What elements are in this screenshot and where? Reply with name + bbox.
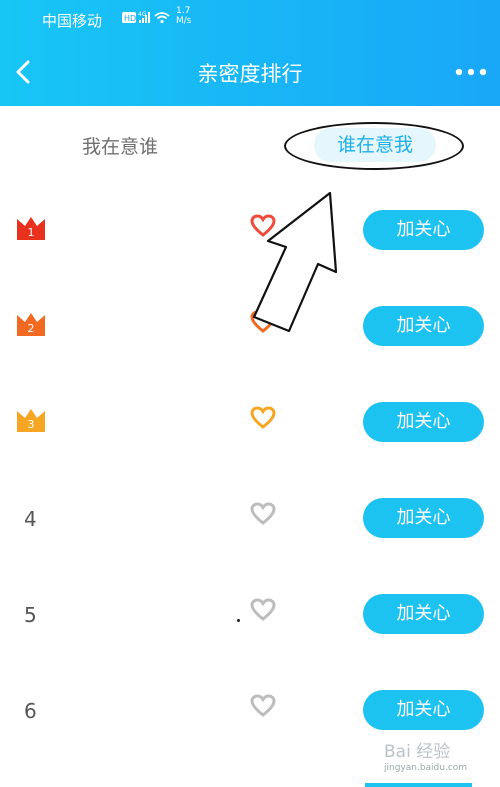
bottom-button-edge: [365, 783, 472, 787]
add-care-button[interactable]: 加关心: [363, 210, 484, 250]
tab-who-cares-me[interactable]: 谁在意我: [314, 128, 436, 162]
rank-number: 2: [28, 322, 35, 335]
rank-number: 3: [28, 418, 35, 431]
rank-number: 4: [24, 507, 37, 531]
heart-icon: [250, 406, 276, 429]
heart-icon: [250, 598, 276, 621]
rank-number: 6: [24, 699, 37, 723]
rank-crown-icon: 2: [17, 313, 45, 336]
heart-icon: [250, 502, 276, 525]
hd-badge-text: HD: [124, 14, 136, 23]
rank-crown-icon: 1: [17, 217, 45, 240]
rank-crown-icon: 3: [17, 409, 45, 432]
watermark-brand: Bai 经验: [384, 742, 450, 762]
signal-wifi-icon: HD 4G: [122, 11, 170, 24]
network-speed: 1.7 M/s: [176, 6, 192, 26]
tab-who-i-care[interactable]: 我在意谁: [82, 132, 158, 159]
list-item: 4 加关心: [0, 470, 500, 566]
heart-icon: [250, 214, 276, 237]
list-item: 2 加关心: [0, 278, 500, 374]
rank-number: 5: [24, 603, 37, 627]
heart-icon: [250, 694, 276, 717]
carrier-label: 中国移动: [42, 12, 103, 30]
tab-bar: 我在意谁 谁在意我: [0, 106, 500, 182]
rank-number: 1: [28, 226, 35, 239]
nav-bar: 亲密度排行: [0, 40, 500, 106]
heart-icon: [250, 310, 276, 333]
add-care-button[interactable]: 加关心: [363, 402, 484, 442]
list-item: 5 加关心: [0, 566, 500, 662]
watermark-url: jingyan.baidu.com: [384, 763, 468, 773]
list-item: 3 加关心: [0, 374, 500, 470]
more-dots-icon[interactable]: [454, 62, 488, 82]
list-item: 1 加关心: [0, 182, 500, 278]
status-bar: 中国移动 HD 4G 1.7 M/s: [0, 0, 500, 36]
header-bar: 中国移动 HD 4G 1.7 M/s 亲密度排行: [0, 0, 500, 106]
speed-value: 1.7: [176, 6, 191, 16]
add-care-button[interactable]: 加关心: [363, 306, 484, 346]
add-care-button[interactable]: 加关心: [363, 594, 484, 634]
add-care-button[interactable]: 加关心: [363, 690, 484, 730]
page-title: 亲密度排行: [197, 62, 303, 86]
add-care-button[interactable]: 加关心: [363, 498, 484, 538]
speed-unit: M/s: [176, 16, 192, 26]
stray-dot: [237, 619, 240, 622]
